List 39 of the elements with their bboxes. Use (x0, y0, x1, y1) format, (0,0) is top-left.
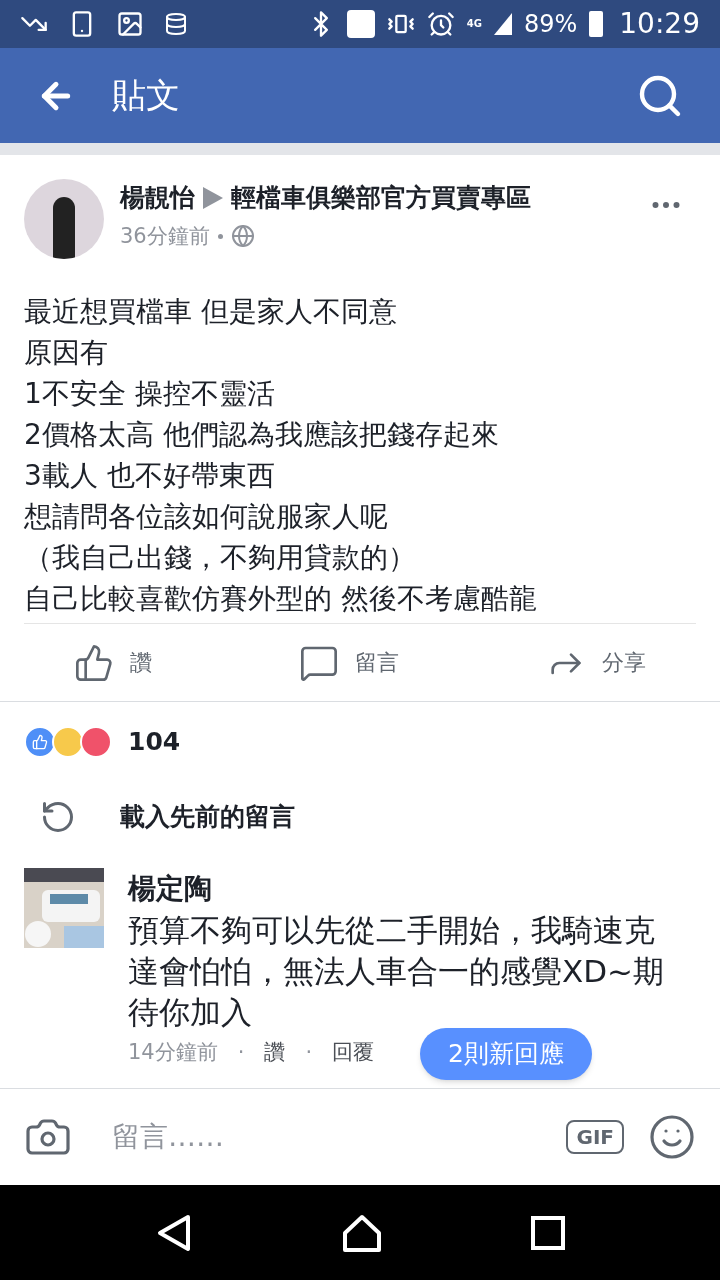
header-title: 貼文 (112, 74, 180, 117)
square-icon[interactable] (530, 1214, 567, 1251)
battery-icon (589, 11, 604, 37)
globe-icon (230, 224, 255, 249)
post-text-line: 最近想買檔車 但是家人不同意 (24, 294, 398, 330)
reply-link[interactable]: 回覆 (332, 1037, 375, 1069)
reload-icon (40, 799, 76, 835)
comment-button[interactable]: 留言 (299, 642, 399, 683)
database-icon (164, 12, 188, 36)
like-link[interactable]: 讚 (264, 1037, 286, 1069)
post-text-line: 想請問各位該如何說服家人呢 (24, 499, 389, 535)
post-text-line: 1不安全 操控不靈活 (24, 376, 276, 412)
post-time: 36分鐘前 (120, 222, 210, 250)
separator-dot: · (305, 1039, 313, 1066)
alarm-icon (426, 10, 455, 38)
gif-button[interactable]: GIF (566, 1120, 624, 1154)
post-text-line: 原因有 (24, 335, 109, 371)
comment-time: 14分鐘前 (128, 1039, 218, 1066)
like-button[interactable]: 讚 (73, 642, 152, 683)
separator-dot: · (237, 1039, 245, 1066)
post-text-line: （我自己出錢，不夠用貸款的） (24, 540, 417, 576)
post-text-line: 2價格太高 他們認為我應該把錢存起來 (24, 417, 500, 453)
author-name[interactable]: 楊靚怡 (120, 179, 195, 217)
image-icon (116, 10, 144, 38)
thumbs-up-icon (73, 642, 114, 683)
group-name[interactable]: 輕檔車俱樂部官方買賣專區 (231, 179, 531, 217)
battery-percent: 89% (523, 9, 578, 40)
share-button[interactable]: 分享 (546, 642, 647, 683)
emoji-icon[interactable] (648, 1113, 696, 1161)
home-icon[interactable] (341, 1212, 383, 1253)
load-previous-link[interactable]: 載入先前的留言 (120, 798, 295, 836)
right-triangle-icon (203, 186, 223, 209)
reaction-count[interactable]: 104 (128, 723, 181, 761)
post-text-line: 3載人 也不好帶東西 (24, 458, 276, 494)
signal-icon (493, 13, 512, 35)
post-text-line: 自己比較喜歡仿賽外型的 然後不考慮酷龍 (24, 581, 538, 617)
clock: 10:29 (619, 6, 700, 42)
network-label: 4G (466, 19, 482, 29)
commenter-name[interactable]: 楊定陶 (128, 868, 683, 910)
